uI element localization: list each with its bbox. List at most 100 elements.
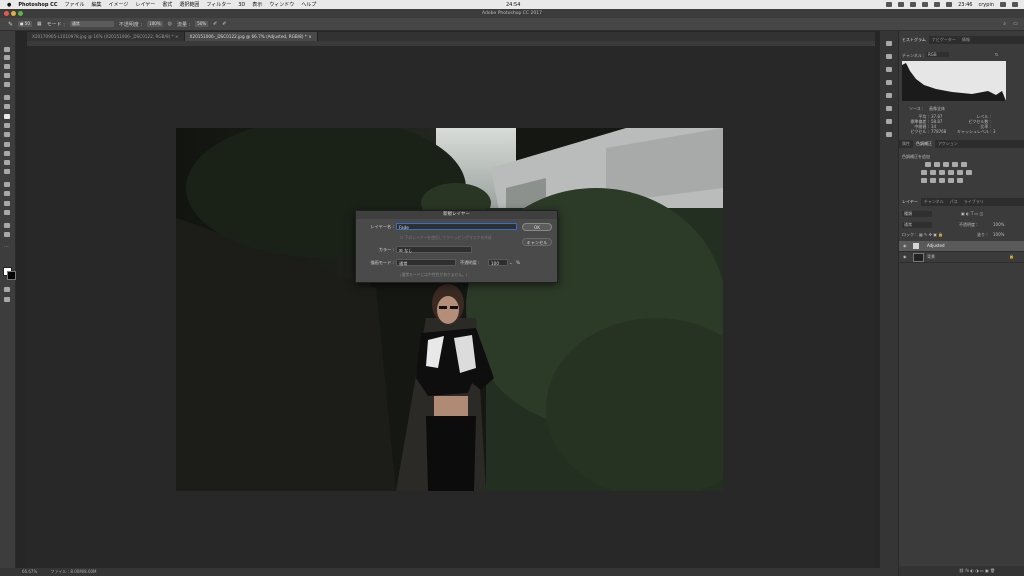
document-tab-active[interactable]: X20151006-_DSC0122.jpg @ 66.7% (Adjusted… [184,32,318,41]
battery-icon[interactable] [946,2,953,7]
visibility-eye-icon[interactable]: ◉ [903,254,907,259]
path-select-tool-icon[interactable] [4,201,10,206]
pressure-opacity-icon[interactable]: ◎ [168,21,172,27]
source-select[interactable]: 画像全体 [929,106,945,112]
cancel-button[interactable]: キャンセル [522,238,552,246]
search-icon[interactable] [1000,2,1006,7]
fill-field[interactable]: 100% [993,232,1004,237]
vibrance-icon[interactable] [961,162,967,167]
airbrush-icon[interactable]: ✐ [213,21,217,27]
black-white-icon[interactable] [939,170,945,175]
layer-row[interactable]: ◉ 背景 🔒 [899,252,1024,263]
tab-histogram[interactable]: ヒストグラム [899,36,929,44]
tab-paths[interactable]: パス [947,198,961,206]
layer-blend-select[interactable]: 通常 [902,222,932,228]
menu-help[interactable]: ヘルプ [301,1,316,8]
tab-layers[interactable]: レイヤー [899,198,921,206]
brush-settings-icon[interactable]: ▦ [37,21,42,27]
tab-libraries[interactable]: ライブラリ [961,198,987,206]
tab-channels[interactable]: チャンネル [921,198,947,206]
menubar-user[interactable]: crypin [979,2,995,8]
selective-color-icon[interactable] [957,178,963,183]
quick-mask-icon[interactable] [4,287,10,292]
wifi-icon[interactable] [922,2,929,7]
tab-actions[interactable]: アクション [935,140,961,148]
layer-name[interactable]: 背景 [927,254,935,260]
layer-name-input[interactable]: Fade [396,223,517,230]
status-icon[interactable] [898,2,905,7]
document-image[interactable] [176,128,723,491]
menu-layer[interactable]: レイヤー [135,1,155,8]
tab-properties[interactable]: 属性 [899,140,913,148]
brush-tool-icon[interactable]: ✎ [8,21,13,28]
pen-tool-icon[interactable] [4,182,10,187]
brush-tool-icon[interactable] [4,114,10,119]
status-icon[interactable] [910,2,917,7]
close-tab-icon[interactable]: × [175,34,179,39]
more-tools-icon[interactable]: ··· [4,245,10,250]
mode-select[interactable]: 通常 [69,21,114,27]
refresh-icon[interactable]: ↻ [995,52,998,57]
blur-tool-icon[interactable] [4,160,10,165]
threshold-icon[interactable] [939,178,945,183]
tab-info[interactable]: 情報 [959,36,973,44]
zoom-tool-icon[interactable] [4,232,10,237]
color-lookup-icon[interactable] [966,170,972,175]
dialog-opacity-stepper[interactable]: ⌄ [509,260,513,265]
levels-icon[interactable] [934,162,940,167]
layer-row-selected[interactable]: ◉ Adjusted [899,241,1024,252]
history-panel-icon[interactable] [886,41,892,46]
screen-mode-icon[interactable] [4,297,10,302]
layer-action-icons[interactable]: ⛓ fx ◐ ◑ ▭ ▣ 🗑 [959,568,995,573]
layer-filter-select[interactable]: 種類 [902,211,932,217]
zoom-level[interactable]: 66.67% [22,569,37,574]
info-panel-icon[interactable] [886,93,892,98]
visibility-eye-icon[interactable]: ◉ [903,243,907,248]
properties-panel-icon[interactable] [886,54,892,59]
volume-icon[interactable] [934,2,941,7]
brush-preset-picker[interactable]: ● 50 [18,21,32,27]
healing-tool-icon[interactable] [4,104,10,109]
lock-icons[interactable]: ▦ ✎ ✥ ▣ 🔒 [919,232,943,237]
tab-navigator[interactable]: ナビゲーター [929,36,959,44]
dialog-opacity-input[interactable]: 100 [488,259,508,266]
layer-opacity-field[interactable]: 100% [993,222,1004,227]
menu-view[interactable]: 表示 [252,1,262,8]
menu-select[interactable]: 選択範囲 [179,1,199,8]
ok-button[interactable]: OK [522,223,552,231]
hue-saturation-icon[interactable] [921,170,927,175]
eraser-tool-icon[interactable] [4,142,10,147]
dodge-tool-icon[interactable] [4,169,10,174]
background-color-swatch[interactable] [7,271,16,280]
glyphs-panel-icon[interactable] [886,132,892,137]
photo-filter-icon[interactable] [948,170,954,175]
status-icon[interactable] [886,2,893,7]
move-tool-icon[interactable] [4,47,10,52]
menu-window[interactable]: ウィンドウ [269,1,294,8]
brush-panel-icon[interactable] [886,67,892,72]
pressure-size-icon[interactable]: ✐ [222,21,226,27]
menu-3d[interactable]: 3D [238,2,245,8]
paragraph-panel-icon[interactable] [886,119,892,124]
workspace-icon[interactable]: ▭ [1013,21,1018,27]
layer-name[interactable]: Adjusted [927,243,945,248]
eyedropper-tool-icon[interactable] [4,95,10,100]
history-brush-tool-icon[interactable] [4,132,10,137]
channel-mixer-icon[interactable] [957,170,963,175]
lasso-tool-icon[interactable] [4,64,10,69]
clone-source-panel-icon[interactable] [886,80,892,85]
gradient-map-icon[interactable] [948,178,954,183]
posterize-icon[interactable] [930,178,936,183]
opacity-field[interactable]: 100% [147,21,163,27]
color-select[interactable]: ☒ なし [396,246,472,253]
apple-icon[interactable]: ● [7,2,11,8]
curves-icon[interactable] [943,162,949,167]
close-tab-icon[interactable]: × [308,34,312,39]
hand-tool-icon[interactable] [4,223,10,228]
tab-adjustments[interactable]: 色調補正 [913,140,935,148]
clip-mask-option[interactable]: ☐ 下のレイヤーを使用してクリッピングマスクを作成 [400,235,492,241]
gradient-tool-icon[interactable] [4,151,10,156]
menubar-time[interactable]: 23:46 [958,2,972,8]
menu-type[interactable]: 書式 [162,1,172,8]
menu-edit[interactable]: 編集 [92,1,102,8]
